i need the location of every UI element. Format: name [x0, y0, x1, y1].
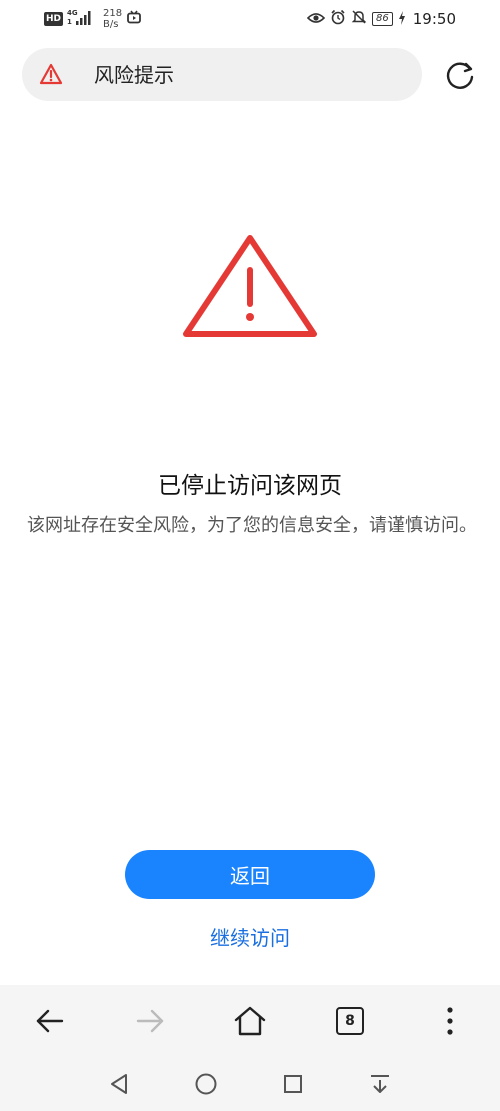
hd-icon: HD: [44, 12, 64, 26]
speed-unit: B/s: [103, 19, 119, 30]
status-time: 19:50: [412, 10, 456, 28]
warning-icon: [39, 63, 63, 85]
more-icon[interactable]: [428, 999, 472, 1043]
page-title: 已停止访问该网页: [158, 473, 342, 499]
nav-recents-icon[interactable]: [278, 1069, 308, 1099]
svg-text:4G: 4G: [67, 9, 78, 17]
nav-back-icon[interactable]: [104, 1069, 134, 1099]
status-right: 86 19:50: [306, 6, 456, 32]
large-warning-icon: [180, 232, 320, 340]
svg-text:1: 1: [67, 18, 72, 26]
system-nav-bar: [0, 1057, 500, 1111]
tv-icon: [126, 9, 142, 29]
network-speed: 218 B/s: [103, 8, 122, 30]
status-left: HD 4G 1 218 B/s: [44, 6, 142, 32]
back-button[interactable]: 返回: [125, 850, 375, 899]
tabs-icon[interactable]: 8: [328, 999, 372, 1043]
alarm-icon: [330, 9, 346, 29]
signal-icon: 4G 1: [67, 8, 95, 30]
status-bar: HD 4G 1 218 B/s 86 19:50: [0, 0, 500, 36]
back-arrow-icon[interactable]: [28, 999, 72, 1043]
charging-icon: [398, 10, 406, 29]
battery-icon: 86: [372, 12, 393, 26]
mute-icon: [351, 9, 367, 29]
eye-icon: [306, 10, 326, 29]
nav-notification-icon[interactable]: [365, 1069, 395, 1099]
page-description: 该网址存在安全风险，为了您的信息安全，请谨慎访问。: [27, 515, 477, 536]
home-icon[interactable]: [228, 999, 272, 1043]
address-bar-title: 风险提示: [94, 63, 174, 87]
nav-home-icon[interactable]: [191, 1069, 221, 1099]
tab-count: 8: [336, 1007, 364, 1035]
forward-arrow-icon[interactable]: [128, 999, 172, 1043]
address-bar[interactable]: 风险提示: [22, 48, 422, 101]
continue-link[interactable]: 继续访问: [0, 923, 500, 953]
speed-value: 218: [103, 8, 123, 19]
browser-toolbar: 8: [0, 985, 500, 1057]
reload-icon[interactable]: [443, 58, 477, 92]
